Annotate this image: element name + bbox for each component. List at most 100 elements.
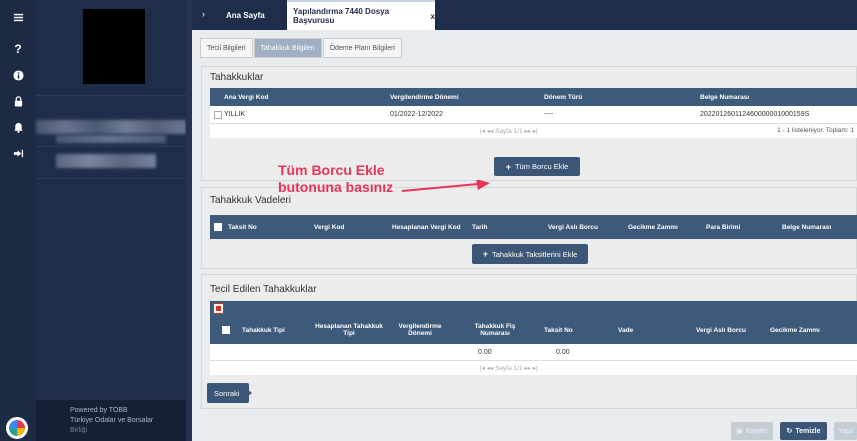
annotation-line-2: butonuna basınız	[278, 179, 394, 195]
user-name-redacted	[36, 120, 186, 134]
tahakkuk-taksitlerini-ekle-button[interactable]: + Tahakkuk Taksitlerini Ekle	[472, 244, 588, 264]
cell-ana-vergi-kod: YILLIK	[224, 111, 246, 118]
cell-taksit-no: 0.00	[556, 348, 570, 356]
chevron-right-icon[interactable]: ›	[202, 9, 205, 19]
last-page-icon[interactable]: ▸|	[533, 365, 538, 372]
button-label: Sonraki	[214, 388, 240, 398]
sonraki-button[interactable]: Sonraki	[207, 383, 252, 403]
menu-icon[interactable]	[0, 4, 36, 30]
cell-donem-turu: ----	[544, 111, 554, 118]
page-total: /1	[517, 128, 523, 135]
org-logo	[83, 9, 145, 84]
lock-icon[interactable]	[0, 88, 36, 114]
panel-title: Tecil Edilen Tahakkuklar	[210, 284, 317, 295]
icon-rail: ?	[0, 0, 36, 441]
powered-line-1: Powered by TOBB	[70, 407, 128, 414]
tab-dosya-basvurusu[interactable]: Yapılandırma 7440 Dosya Başvurusu x	[287, 0, 435, 30]
table-header: Taksit No Vergi Kod Hesaplanan Vergi Kod…	[210, 215, 857, 239]
pager-label: Sayfa	[495, 365, 512, 372]
powered-by: Powered by TOBB Türkiye Odalar ve Borsal…	[36, 400, 186, 441]
last-page-icon[interactable]: ▸|	[533, 128, 538, 135]
column-header[interactable]: Vade	[618, 316, 633, 344]
temizle-button[interactable]: ↻ Temizle	[780, 422, 827, 440]
column-header[interactable]: Vergi Kod	[314, 215, 344, 239]
table-toolbar	[210, 301, 857, 316]
page-total: /1	[517, 365, 523, 372]
info-icon[interactable]	[0, 62, 36, 88]
user-subtitle-redacted	[56, 135, 166, 143]
list-status: 1 - 1 listeleniyor. Toplam: 1	[777, 127, 854, 134]
help-icon[interactable]: ?	[0, 36, 36, 62]
main-content: Tecil Bilgileri Tahakkuk Bilgileri Ödeme…	[192, 30, 857, 441]
prev-page-icon[interactable]: ◂◂	[487, 365, 494, 372]
button-label: Kaydet	[745, 427, 768, 435]
sub-tabs: Tecil Bilgileri Tahakkuk Bilgileri Ödeme…	[200, 38, 403, 60]
tobb-logo-icon	[6, 417, 28, 439]
user-role-redacted	[56, 154, 156, 168]
column-header[interactable]: Para Birimi	[706, 215, 740, 239]
column-header[interactable]: Gecikme Zammı	[628, 215, 678, 239]
divider	[36, 146, 186, 147]
next-page-icon[interactable]: ▸▸	[524, 128, 531, 135]
column-header[interactable]: Ana Vergi Kod	[224, 88, 268, 106]
save-icon: ▣	[736, 428, 743, 435]
column-header[interactable]: Taksit No	[228, 215, 257, 239]
subtab-tahakkuk-bilgileri[interactable]: Tahakkuk Bilgileri	[253, 38, 322, 58]
yapil-button[interactable]: Yapıl	[834, 422, 857, 440]
logout-icon[interactable]	[0, 140, 36, 166]
column-header[interactable]: Belge Numarası	[782, 215, 831, 239]
button-label: Temizle	[795, 427, 821, 435]
tum-borcu-ekle-button[interactable]: + Tüm Borcu Ekle	[494, 157, 580, 176]
pager: |◂ ◂◂ Sayfa 1/1 ▸▸ ▸|	[480, 364, 538, 372]
column-header[interactable]: Vergilendirme Dönemi	[390, 88, 459, 106]
row-checkbox[interactable]	[214, 110, 222, 119]
tab-bar: › Ana Sayfa Yapılandırma 7440 Dosya Başv…	[192, 0, 857, 30]
column-header[interactable]: Tarih	[472, 215, 487, 239]
cell-donem: 01/2022-12/2022	[390, 111, 443, 118]
excel-export-icon[interactable]	[213, 303, 224, 314]
subtab-odeme-plani-bilgileri[interactable]: Ödeme Planı Bilgileri	[322, 38, 402, 58]
tab-label: Yapılandırma 7440 Dosya Başvurusu	[293, 7, 390, 25]
prev-page-icon[interactable]: ◂◂	[487, 128, 494, 135]
select-all-checkbox[interactable]	[214, 223, 222, 231]
instruction-annotation: Tüm Borcu Ekle butonuna basınız	[278, 162, 393, 196]
column-header[interactable]: Vergi Aslı Borcu	[696, 316, 746, 344]
bell-icon[interactable]	[0, 114, 36, 140]
annotation-line-1: Tüm Borcu Ekle	[278, 162, 385, 178]
column-header[interactable]: Taksit No	[544, 316, 573, 344]
table-row[interactable]: 0.00 0.00	[210, 344, 857, 361]
close-icon[interactable]: x	[431, 12, 435, 21]
column-header[interactable]: Hesaplanan Vergi Kod	[392, 215, 462, 239]
sidebar: Powered by TOBB Türkiye Odalar ve Borsal…	[36, 0, 186, 441]
column-header[interactable]: Tahakkuk Tipi	[242, 316, 285, 344]
table-header: Tahakkuk Tipi Hesaplanan Tahakkuk Tipi V…	[210, 316, 857, 344]
first-page-icon[interactable]: |◂	[480, 128, 485, 135]
tab-home[interactable]: Ana Sayfa	[226, 0, 265, 30]
button-label: Yapıl	[838, 427, 854, 435]
button-label: Tahakkuk Taksitlerini Ekle	[491, 249, 578, 259]
select-all-checkbox[interactable]	[222, 326, 230, 334]
column-header[interactable]: Gecikme Zammı	[770, 316, 820, 344]
button-label: Tüm Borcu Ekle	[514, 162, 569, 171]
first-page-icon[interactable]: |◂	[480, 365, 485, 372]
column-header[interactable]: Tahakkuk Fiş Numarası	[470, 316, 520, 344]
plus-icon: +	[505, 161, 511, 172]
column-header[interactable]: Dönem Türü	[544, 88, 582, 106]
powered-line-2: Türkiye Odalar ve Borsalar	[70, 417, 154, 424]
cell-fis-no: 0.00	[478, 348, 492, 356]
next-page-icon[interactable]: ▸▸	[524, 365, 531, 372]
column-header[interactable]: Belge Numarası	[700, 88, 749, 106]
cell-belge-no: 202201260112460000001000159S	[700, 111, 810, 118]
refresh-icon: ↻	[786, 428, 793, 435]
column-header[interactable]: Vergilendirme Dönemi	[390, 316, 450, 344]
kaydet-button[interactable]: ▣ Kaydet	[731, 422, 773, 440]
annotation-arrow-icon	[402, 180, 490, 192]
plus-icon: +	[482, 249, 488, 259]
column-header[interactable]: Vergi Aslı Borcu	[548, 215, 598, 239]
tahakkuk-vadeleri-panel: Tahakkuk Vadeleri Taksit No Vergi Kod He…	[201, 187, 857, 269]
powered-line-3: Birliği	[70, 427, 88, 434]
subtab-tecil-bilgileri[interactable]: Tecil Bilgileri	[200, 38, 253, 58]
table-row[interactable]: YILLIK 01/2022-12/2022 ---- 202201260112…	[210, 106, 857, 124]
arrow-right-icon	[248, 390, 252, 396]
column-header[interactable]: Hesaplanan Tahakkuk Tipi	[314, 316, 384, 344]
